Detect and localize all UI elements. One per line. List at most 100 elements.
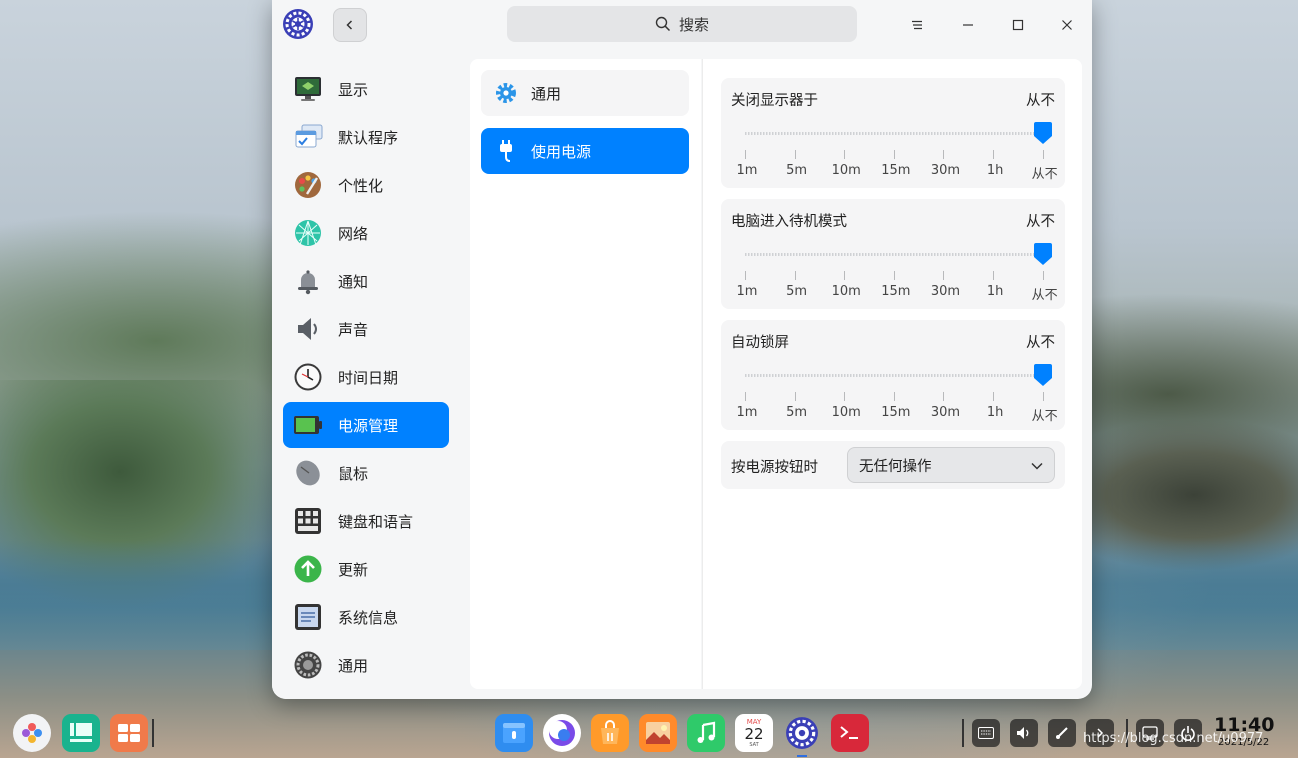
slider-track[interactable] <box>745 374 1043 377</box>
slider-tick-label: 从不 <box>1031 409 1058 424</box>
slider-tick-label: 5m <box>786 405 808 420</box>
calendar-weekday: SAT <box>749 742 759 748</box>
slider-tick <box>1042 271 1044 280</box>
sidebar-item-label: 系统信息 <box>338 608 399 627</box>
power-button-select[interactable]: 无任何操作 <box>847 447 1055 483</box>
slider-thumb[interactable] <box>1033 242 1053 266</box>
sidebar-item-update[interactable]: 更新 <box>283 546 449 592</box>
image-viewer-icon[interactable] <box>639 714 677 752</box>
slider-tick-label: 10m <box>831 405 861 420</box>
sidebar-item-power[interactable]: 电源管理 <box>283 402 449 448</box>
slider-track[interactable] <box>745 253 1043 256</box>
slider-tick-label: 1m <box>736 405 758 420</box>
plug-icon <box>500 140 512 162</box>
close-icon <box>1062 20 1072 30</box>
tray-divider <box>962 719 964 747</box>
minimize-icon <box>963 24 973 26</box>
multitask-view-icon[interactable] <box>62 714 100 752</box>
menu-button[interactable] <box>900 8 934 42</box>
sidebar-item-label: 网络 <box>338 224 369 243</box>
sidebar-item-notification[interactable]: 通知 <box>283 258 449 304</box>
dock-left-group <box>9 711 155 755</box>
minimize-button[interactable] <box>951 8 985 42</box>
slider-tick <box>1042 150 1044 159</box>
search-placeholder: 搜索 <box>678 15 709 34</box>
slider-tick-label: 10m <box>831 284 861 299</box>
maximize-button[interactable] <box>1001 8 1035 42</box>
slider-tick <box>943 150 945 159</box>
slider-tick <box>844 392 846 401</box>
sidebar-item-label: 显示 <box>338 80 369 99</box>
auto-lock-title: 自动锁屏 <box>731 335 789 351</box>
browser-icon[interactable] <box>543 714 581 752</box>
sidebar-item-network[interactable]: 网络 <box>283 210 449 256</box>
screenshot-icon[interactable] <box>1048 719 1076 747</box>
onscreen-keyboard-icon[interactable] <box>972 719 1000 747</box>
sidebar-item-sound[interactable]: 声音 <box>283 306 449 352</box>
chevron-down-icon <box>1031 462 1043 470</box>
slider-tick-label: 从不 <box>1031 288 1058 303</box>
close-button[interactable] <box>1050 8 1084 42</box>
slider-tick <box>844 271 846 280</box>
slider-tick-label: 15m <box>881 284 911 299</box>
titlebar: 搜索 <box>272 0 1092 49</box>
gear-icon <box>496 83 516 103</box>
slider-tick-label: 1m <box>736 284 758 299</box>
control-center-icon[interactable] <box>783 714 821 752</box>
standby-value: 从不 <box>1026 214 1055 230</box>
standby-card: 电脑进入待机模式 从不 1m 5m 10m 15m 30m 1h 从不 <box>721 199 1065 309</box>
search-icon <box>655 16 671 32</box>
keyboard-icon <box>292 505 324 537</box>
launcher-icon[interactable] <box>13 714 51 752</box>
auto-lock-value: 从不 <box>1026 335 1055 351</box>
sidebar-item-label: 默认程序 <box>338 128 399 147</box>
file-manager-icon[interactable] <box>495 714 533 752</box>
power-button-label: 按电源按钮时 <box>731 460 818 476</box>
slider-tick-label: 5m <box>786 284 808 299</box>
slider-tick <box>943 392 945 401</box>
sidebar-item-general[interactable]: 通用 <box>283 642 449 688</box>
slider-tick <box>943 271 945 280</box>
sidebar-item-label: 键盘和语言 <box>338 512 414 531</box>
slider-thumb[interactable] <box>1033 121 1053 145</box>
default-apps-icon <box>292 121 324 153</box>
sidebar-item-keyboard[interactable]: 键盘和语言 <box>283 498 449 544</box>
sidebar-item-display[interactable]: 显示 <box>283 66 449 112</box>
slider-track[interactable] <box>745 132 1043 135</box>
slider-tick-label: 15m <box>881 163 911 178</box>
slider-tick <box>993 271 995 280</box>
speaker-icon <box>292 313 324 345</box>
display-icon <box>292 73 324 105</box>
sidebar-item-label: 声音 <box>338 320 369 339</box>
power-settings-panel: 关闭显示器于 从不 1m 5m 10m 15m 30m 1h 从不 电脑进入待机模式 从不 … <box>702 59 1082 689</box>
active-app-indicator <box>797 755 807 757</box>
volume-icon[interactable] <box>1010 719 1038 747</box>
slider-tick <box>844 150 846 159</box>
menu-icon <box>912 20 922 30</box>
submenu-item-use-power[interactable]: 使用电源 <box>481 128 689 174</box>
monitor-off-value: 从不 <box>1026 93 1055 109</box>
sidebar-item-system-info[interactable]: 系统信息 <box>283 594 449 640</box>
sidebar-item-default-apps[interactable]: 默认程序 <box>283 114 449 160</box>
slider-tick-label: 5m <box>786 163 808 178</box>
sidebar-item-datetime[interactable]: 时间日期 <box>283 354 449 400</box>
sidebar-item-mouse[interactable]: 鼠标 <box>283 450 449 496</box>
submenu-item-general[interactable]: 通用 <box>481 70 689 116</box>
music-icon[interactable] <box>687 714 725 752</box>
sidebar-item-label: 更新 <box>338 560 369 579</box>
sidebar-item-label: 通用 <box>338 656 369 675</box>
sidebar-item-label: 电源管理 <box>338 416 399 435</box>
sidebar-item-personalization[interactable]: 个性化 <box>283 162 449 208</box>
slider-tick <box>993 392 995 401</box>
monitor-off-card: 关闭显示器于 从不 1m 5m 10m 15m 30m 1h 从不 <box>721 78 1065 188</box>
calendar-icon[interactable]: MAY 22 SAT <box>735 714 773 752</box>
slider-thumb[interactable] <box>1033 363 1053 387</box>
search-input[interactable]: 搜索 <box>507 6 857 42</box>
terminal-icon[interactable] <box>831 714 869 752</box>
app-store-icon[interactable] <box>591 714 629 752</box>
back-button[interactable] <box>333 8 367 42</box>
slider-tick <box>893 392 895 401</box>
workspace-icon[interactable] <box>110 714 148 752</box>
slider-tick-label: 15m <box>881 405 911 420</box>
monitor-off-title: 关闭显示器于 <box>731 93 818 109</box>
